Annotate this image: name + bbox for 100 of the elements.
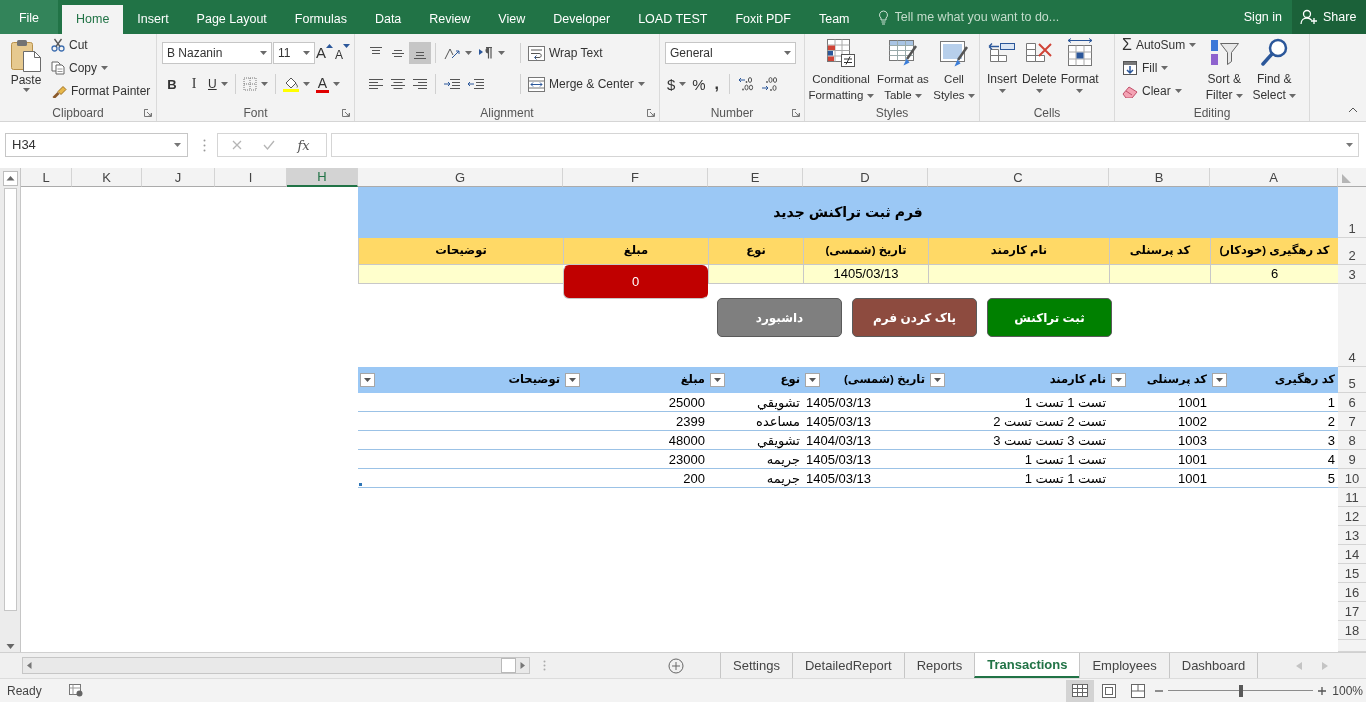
paste-button[interactable]: Paste: [4, 34, 48, 105]
ribbon-tab[interactable]: Developer: [539, 5, 625, 34]
row-number[interactable]: 6: [1338, 393, 1366, 412]
ribbon-tab[interactable]: LOAD TEST: [624, 5, 722, 34]
wrap-text-button[interactable]: Wrap Text: [525, 42, 606, 64]
row-number[interactable]: 1: [1338, 187, 1366, 238]
comma-style-button[interactable]: ,: [708, 73, 725, 95]
column-letter[interactable]: J: [142, 168, 215, 187]
column-letter[interactable]: F: [563, 168, 708, 187]
autosum-button[interactable]: Σ AutoSum: [1119, 34, 1200, 56]
name-box[interactable]: H34: [5, 133, 188, 157]
formula-input[interactable]: [331, 133, 1359, 157]
row-number[interactable]: 15: [1338, 564, 1366, 583]
ribbon-tab[interactable]: View: [484, 5, 540, 34]
row-number[interactable]: 14: [1338, 545, 1366, 564]
column-letter[interactable]: I: [215, 168, 287, 187]
row-number[interactable]: 4: [1338, 284, 1366, 367]
vertical-scrollbar[interactable]: [0, 168, 21, 652]
input-field[interactable]: [1109, 265, 1210, 284]
row-number[interactable]: 7: [1338, 412, 1366, 431]
filter-button[interactable]: [360, 373, 375, 387]
insert-function-button[interactable]: fx: [295, 138, 312, 152]
format-painter-button[interactable]: Format Painter: [48, 80, 154, 102]
row-number[interactable]: 18: [1338, 621, 1366, 640]
scrollbar-thumb[interactable]: [3, 188, 17, 611]
sign-in-button[interactable]: Sign in: [1233, 0, 1292, 34]
plus-icon[interactable]: [1318, 686, 1327, 695]
merge-center-button[interactable]: Merge & Center: [525, 73, 648, 95]
sheet-tab[interactable]: Transactions: [974, 653, 1080, 678]
row-number[interactable]: 12: [1338, 507, 1366, 526]
form-button[interactable]: داشبورد: [717, 298, 842, 337]
ribbon-tab[interactable]: Review: [415, 5, 485, 34]
row-number[interactable]: 3: [1338, 265, 1366, 284]
copy-button[interactable]: Copy: [48, 57, 111, 79]
find-select-button[interactable]: Find & Select: [1249, 34, 1300, 105]
column-letter[interactable]: D: [803, 168, 928, 187]
column-letter[interactable]: C: [928, 168, 1109, 187]
row-number[interactable]: 2: [1338, 238, 1366, 265]
row-number[interactable]: 13: [1338, 526, 1366, 545]
table-resize-handle-icon[interactable]: [359, 483, 362, 486]
delete-cells-button[interactable]: Delete: [1020, 34, 1059, 105]
font-size-dropdown[interactable]: 11: [273, 42, 315, 64]
format-as-table-button[interactable]: Format as Table: [875, 34, 931, 105]
currency-button[interactable]: $: [664, 73, 690, 95]
dialog-launcher-icon[interactable]: [647, 109, 655, 117]
filter-button[interactable]: [710, 373, 725, 387]
row-number[interactable]: 11: [1338, 488, 1366, 507]
slider-thumb[interactable]: [1238, 684, 1243, 697]
bold-button[interactable]: B: [161, 73, 183, 95]
number-format-dropdown[interactable]: General: [665, 42, 796, 64]
format-cells-button[interactable]: Format: [1058, 34, 1101, 105]
filter-button[interactable]: [1212, 373, 1227, 387]
macro-recording-icon[interactable]: [68, 684, 83, 697]
fill-button[interactable]: Fill: [1119, 57, 1172, 79]
filter-button[interactable]: [930, 373, 945, 387]
ribbon-tab[interactable]: Team: [804, 5, 864, 34]
tell-me-field[interactable]: Tell me what you want to do...: [894, 7, 1095, 27]
sort-filter-button[interactable]: Sort & Filter: [1199, 34, 1250, 105]
scrollbar-thumb[interactable]: [501, 658, 516, 673]
column-letter[interactable]: B: [1109, 168, 1210, 187]
row-number[interactable]: 10: [1338, 469, 1366, 488]
share-button[interactable]: Share: [1292, 0, 1366, 34]
column-letter[interactable]: K: [72, 168, 142, 187]
column-letter[interactable]: A: [1210, 168, 1338, 187]
align-bottom-button[interactable]: [409, 42, 431, 64]
form-button[interactable]: ثبت تراکنش: [987, 298, 1112, 337]
dialog-launcher-icon[interactable]: [144, 109, 152, 117]
column-letter[interactable]: H: [287, 168, 358, 187]
column-letter[interactable]: G: [358, 168, 563, 187]
input-field[interactable]: 6: [1210, 265, 1338, 284]
input-field[interactable]: 1405/03/13: [803, 265, 928, 284]
ribbon-tab[interactable]: Foxit PDF: [721, 5, 805, 34]
scroll-up-icon[interactable]: [2, 171, 18, 186]
input-field[interactable]: [928, 265, 1109, 284]
row-number[interactable]: 9: [1338, 450, 1366, 469]
normal-view-button[interactable]: [1066, 679, 1095, 702]
column-letter[interactable]: L: [21, 168, 72, 187]
ribbon-tab[interactable]: Home: [62, 5, 124, 34]
cut-button[interactable]: Cut: [48, 34, 91, 56]
dialog-launcher-icon[interactable]: [792, 109, 800, 117]
ribbon-tab[interactable]: Data: [360, 5, 416, 34]
cell-styles-button[interactable]: Cell Styles: [931, 34, 977, 105]
ribbon-tab[interactable]: Page Layout: [182, 5, 281, 34]
ribbon-tab[interactable]: Insert: [123, 5, 183, 34]
filter-button[interactable]: [805, 373, 820, 387]
underline-button[interactable]: U: [205, 73, 231, 95]
filter-button[interactable]: [565, 373, 580, 387]
input-field[interactable]: [708, 265, 803, 284]
row-number[interactable]: 16: [1338, 583, 1366, 602]
italic-button[interactable]: I: [183, 73, 205, 95]
grow-font-button[interactable]: A: [315, 42, 334, 64]
collapse-ribbon-icon[interactable]: [1348, 107, 1358, 113]
ribbon-tab[interactable]: Formulas: [280, 5, 361, 34]
clear-button[interactable]: Clear: [1119, 80, 1185, 102]
filter-button[interactable]: [1111, 373, 1126, 387]
dialog-launcher-icon[interactable]: [342, 109, 350, 117]
horizontal-scrollbar[interactable]: [22, 657, 530, 674]
file-menu-button[interactable]: File: [0, 0, 58, 34]
font-color-button[interactable]: A: [312, 73, 343, 95]
font-name-dropdown[interactable]: B Nazanin: [162, 42, 272, 64]
